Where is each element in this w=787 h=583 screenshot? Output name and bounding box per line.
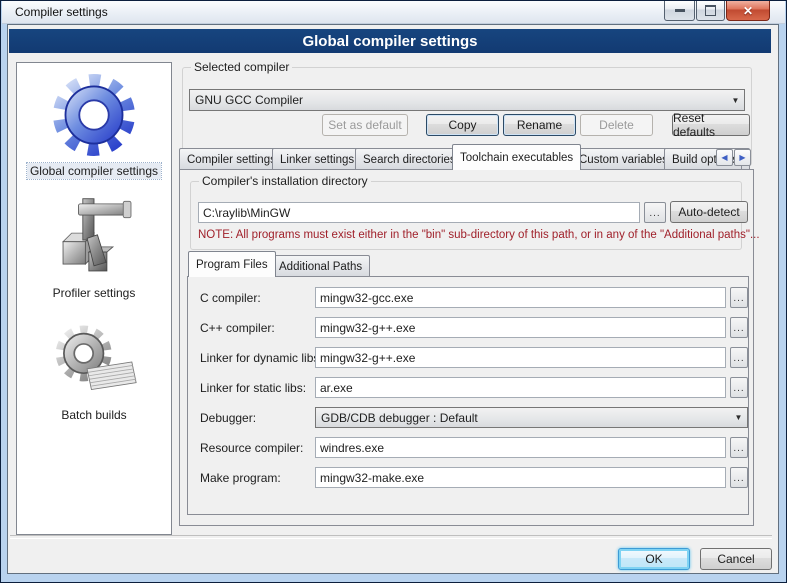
make-program-input[interactable] (315, 467, 726, 488)
chevron-down-icon: ▼ (727, 96, 744, 105)
autodetect-button[interactable]: Auto-detect (670, 201, 748, 223)
set-as-default-button[interactable]: Set as default (322, 114, 408, 136)
compiler-settings-dialog: Compiler settings ✕ Global compiler sett… (0, 0, 787, 583)
sidebar-item-profiler-settings[interactable]: Profiler settings (17, 197, 171, 301)
cpp-compiler-label: C++ compiler: (200, 321, 275, 335)
c-compiler-input[interactable] (315, 287, 726, 308)
sidebar-item-label: Batch builds (58, 407, 129, 423)
caliper-icon (51, 197, 137, 283)
caption-buttons: ✕ (663, 1, 770, 21)
minimize-icon (675, 9, 685, 12)
gear-stack-icon (51, 319, 137, 405)
delete-button[interactable]: Delete (580, 114, 653, 136)
page-header: Global compiler settings (9, 29, 771, 53)
tab-toolchain-executables[interactable]: Toolchain executables (452, 144, 581, 170)
resource-compiler-label: Resource compiler: (200, 441, 303, 455)
c-compiler-label: C compiler: (200, 291, 261, 305)
close-icon: ✕ (743, 4, 753, 18)
make-program-label: Make program: (200, 471, 281, 485)
maximize-icon (705, 5, 716, 16)
install-dir-input[interactable] (198, 202, 640, 223)
install-dir-browse-button[interactable]: ... (644, 202, 666, 223)
debugger-select[interactable]: GDB/CDB debugger : Default ▼ (315, 407, 748, 428)
compiler-select-value: GNU GCC Compiler (190, 93, 727, 107)
page-title: Global compiler settings (302, 33, 477, 50)
copy-button[interactable]: Copy (426, 114, 499, 136)
debugger-select-value: GDB/CDB debugger : Default (316, 411, 730, 425)
chevron-down-icon: ▼ (730, 413, 747, 422)
linker-dynamic-label: Linker for dynamic libs: (200, 351, 323, 365)
sidebar-item-batch-builds[interactable]: Batch builds (17, 319, 171, 423)
sidebar: Global compiler settings Profiler settin… (16, 62, 172, 535)
sidebar-item-label: Global compiler settings (27, 163, 161, 179)
maximize-button[interactable] (696, 1, 725, 21)
cancel-button[interactable]: Cancel (700, 548, 772, 570)
linker-dynamic-browse-button[interactable]: ... (730, 347, 748, 368)
c-compiler-browse-button[interactable]: ... (730, 287, 748, 308)
linker-static-input[interactable] (315, 377, 726, 398)
arrow-left-icon: ◀ (721, 153, 727, 162)
resource-compiler-browse-button[interactable]: ... (730, 437, 748, 458)
cpp-compiler-input[interactable] (315, 317, 726, 338)
footer-separator (10, 535, 772, 539)
compiler-select[interactable]: GNU GCC Compiler ▼ (189, 89, 745, 111)
cpp-compiler-browse-button[interactable]: ... (730, 317, 748, 338)
selected-compiler-group-label: Selected compiler (191, 60, 292, 74)
tab-scroll-left-button[interactable]: ◀ (716, 149, 733, 166)
linker-static-label: Linker for static libs: (200, 381, 306, 395)
tab-search-directories[interactable]: Search directories (355, 148, 464, 170)
dialog-content: Global compiler settings (7, 24, 779, 574)
sidebar-item-global-compiler-settings[interactable]: Global compiler settings (17, 69, 171, 179)
close-button[interactable]: ✕ (726, 1, 770, 21)
tab-linker-settings[interactable]: Linker settings (272, 148, 362, 170)
tab-scroll-right-button[interactable]: ▶ (734, 149, 751, 166)
install-dir-group-label: Compiler's installation directory (199, 174, 371, 188)
subtab-additional-paths[interactable]: Additional Paths (271, 255, 370, 277)
resource-compiler-input[interactable] (315, 437, 726, 458)
linker-dynamic-input[interactable] (315, 347, 726, 368)
debugger-label: Debugger: (200, 411, 256, 425)
tab-compiler-settings[interactable]: Compiler settings (179, 148, 284, 170)
ok-button[interactable]: OK (618, 548, 690, 570)
sidebar-item-label: Profiler settings (50, 285, 139, 301)
make-program-browse-button[interactable]: ... (730, 467, 748, 488)
install-dir-note: NOTE: All programs must exist either in … (198, 229, 760, 241)
rename-button[interactable]: Rename (503, 114, 576, 136)
gear-blue-icon (48, 69, 140, 161)
arrow-right-icon: ▶ (739, 153, 745, 162)
window-title: Compiler settings (15, 5, 108, 19)
tab-custom-variables[interactable]: Custom variables (571, 148, 676, 170)
reset-defaults-button[interactable]: Reset defaults (672, 114, 750, 136)
linker-static-browse-button[interactable]: ... (730, 377, 748, 398)
minimize-button[interactable] (664, 1, 695, 21)
subtab-program-files[interactable]: Program Files (188, 251, 276, 277)
